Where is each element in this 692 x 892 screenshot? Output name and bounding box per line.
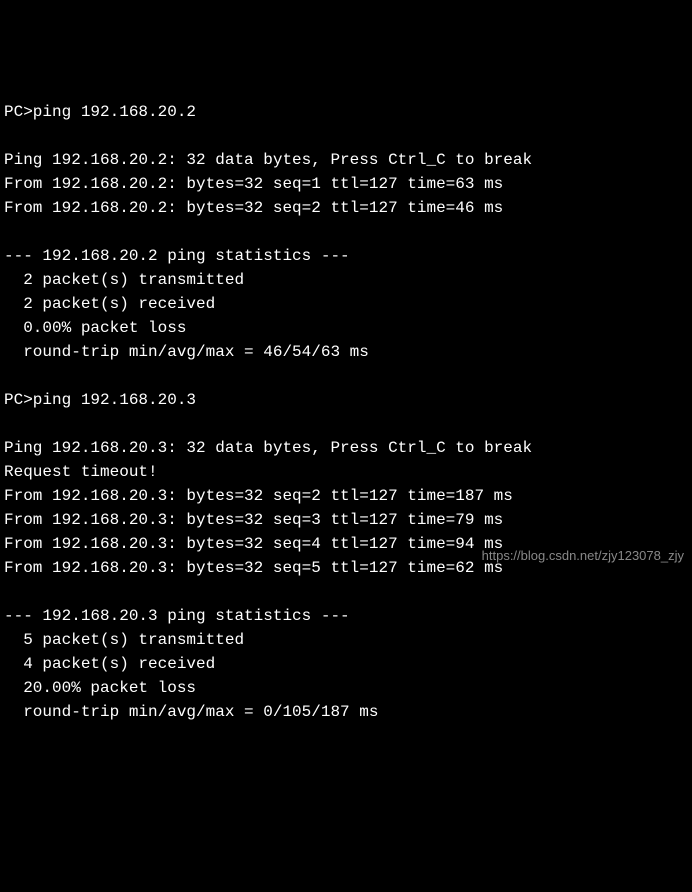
terminal-line: 2 packet(s) received <box>4 292 688 316</box>
terminal-line: 0.00% packet loss <box>4 316 688 340</box>
terminal-line <box>4 580 688 604</box>
terminal-line: Ping 192.168.20.3: 32 data bytes, Press … <box>4 436 688 460</box>
terminal-line: 5 packet(s) transmitted <box>4 628 688 652</box>
terminal-line <box>4 220 688 244</box>
terminal-line: Ping 192.168.20.2: 32 data bytes, Press … <box>4 148 688 172</box>
terminal-line: --- 192.168.20.3 ping statistics --- <box>4 604 688 628</box>
terminal-output[interactable]: PC>ping 192.168.20.2 Ping 192.168.20.2: … <box>4 100 688 724</box>
terminal-line <box>4 412 688 436</box>
terminal-line: From 192.168.20.3: bytes=32 seq=2 ttl=12… <box>4 484 688 508</box>
watermark-text: https://blog.csdn.net/zjy123078_zjy <box>482 546 684 566</box>
terminal-line: --- 192.168.20.2 ping statistics --- <box>4 244 688 268</box>
terminal-line: 20.00% packet loss <box>4 676 688 700</box>
terminal-line <box>4 124 688 148</box>
terminal-line <box>4 364 688 388</box>
terminal-line: From 192.168.20.2: bytes=32 seq=1 ttl=12… <box>4 172 688 196</box>
terminal-line: From 192.168.20.3: bytes=32 seq=3 ttl=12… <box>4 508 688 532</box>
terminal-line: PC>ping 192.168.20.2 <box>4 100 688 124</box>
terminal-line: round-trip min/avg/max = 0/105/187 ms <box>4 700 688 724</box>
terminal-line: From 192.168.20.2: bytes=32 seq=2 ttl=12… <box>4 196 688 220</box>
terminal-line: round-trip min/avg/max = 46/54/63 ms <box>4 340 688 364</box>
terminal-line: 2 packet(s) transmitted <box>4 268 688 292</box>
terminal-line: 4 packet(s) received <box>4 652 688 676</box>
terminal-line: PC>ping 192.168.20.3 <box>4 388 688 412</box>
terminal-line: Request timeout! <box>4 460 688 484</box>
